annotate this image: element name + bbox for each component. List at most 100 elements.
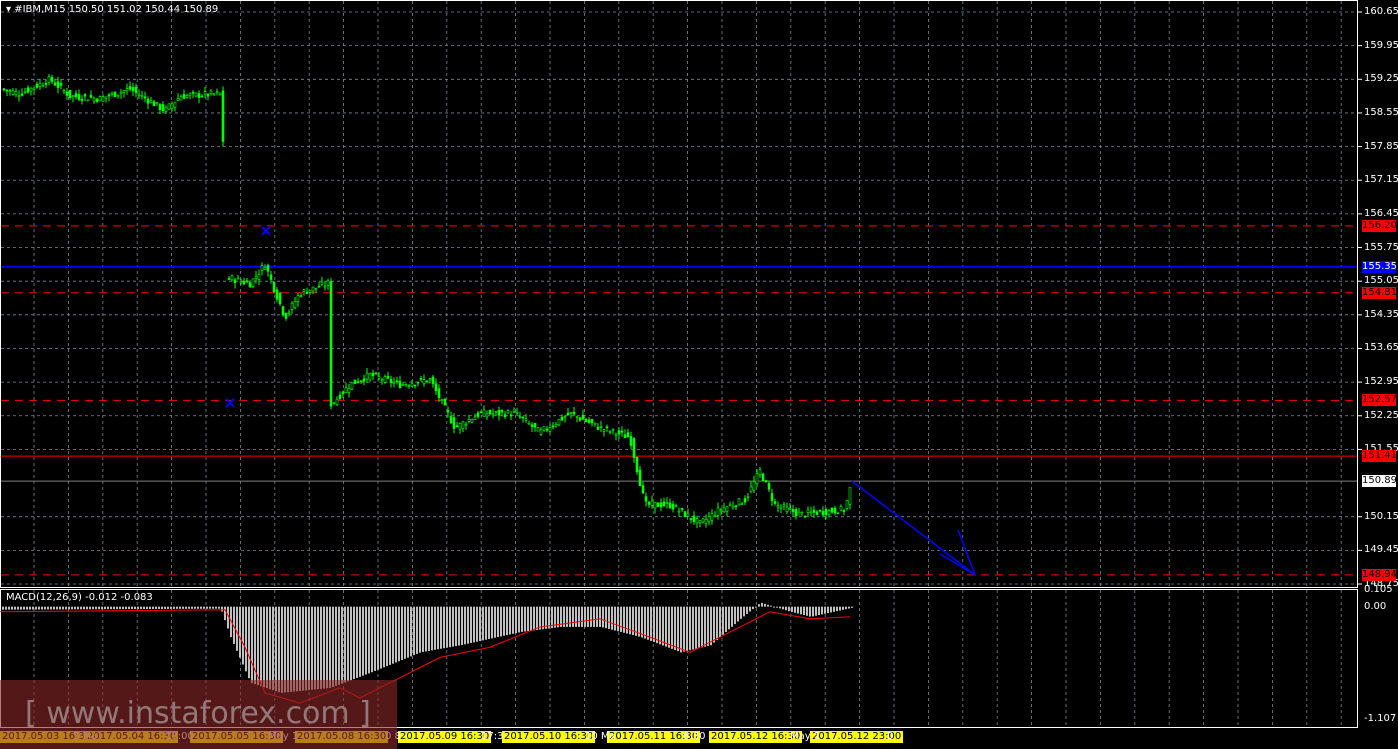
candle-body	[35, 83, 39, 88]
candle-body	[740, 503, 744, 506]
candle-body	[29, 87, 33, 92]
macd-bar	[542, 606, 544, 630]
candle-body	[152, 101, 156, 107]
macd-bar	[221, 606, 223, 612]
macd-bar	[206, 606, 208, 609]
candle-body	[833, 507, 837, 514]
candle-body	[839, 506, 843, 511]
candle-body	[710, 513, 714, 521]
candle-body	[731, 505, 735, 509]
candle-body	[545, 428, 549, 431]
macd-bar	[239, 606, 241, 658]
macd-bar	[56, 606, 58, 610]
candle-body	[119, 91, 123, 94]
candle-body	[542, 426, 546, 431]
macd-bar	[686, 606, 688, 651]
candle-body	[302, 289, 306, 292]
price-chart[interactable]	[0, 0, 1398, 749]
macd-bar	[800, 606, 802, 615]
candle-body	[308, 290, 312, 293]
candle-body	[662, 501, 666, 507]
macd-bar	[614, 606, 616, 631]
candle-body	[539, 429, 543, 435]
macd-bar	[140, 606, 142, 610]
macd-tick-label: 0.00	[1364, 600, 1387, 612]
candle-body	[575, 416, 579, 418]
macd-bar	[803, 606, 805, 616]
candle-body	[716, 507, 720, 516]
macd-bar	[620, 606, 622, 633]
macd-bar	[242, 606, 244, 665]
candle-body	[665, 502, 669, 504]
macd-bar	[110, 606, 112, 610]
macd-bar	[158, 606, 160, 609]
macd-label: MACD(12,26,9) -0.012 -0.083	[6, 592, 153, 603]
macd-bar	[473, 606, 475, 643]
candle-body	[131, 87, 135, 92]
candle-body	[347, 387, 351, 393]
candle-body	[143, 96, 147, 99]
candle-body	[479, 411, 483, 414]
candle-body	[398, 381, 402, 389]
macd-bar	[23, 606, 25, 610]
candle-body	[62, 90, 66, 93]
candle-body	[566, 412, 570, 416]
candle-body	[488, 410, 492, 415]
candle-body	[812, 509, 816, 513]
macd-bar	[119, 606, 121, 610]
candle-body	[680, 507, 684, 510]
candle-body	[686, 513, 690, 517]
candle-body	[92, 97, 96, 102]
macd-bar	[86, 606, 88, 610]
macd-bar	[593, 606, 595, 627]
price-tick-label: 155.05	[1364, 275, 1398, 287]
macd-bar	[170, 606, 172, 609]
macd-bar	[83, 606, 85, 610]
macd-bar	[461, 606, 463, 646]
candle-body	[134, 86, 138, 93]
macd-bar	[47, 606, 49, 610]
macd-bar	[665, 606, 667, 647]
macd-bar	[806, 606, 808, 616]
price-tick-label: 159.25	[1364, 73, 1398, 85]
macd-bar	[815, 606, 817, 616]
macd-bar	[698, 606, 700, 649]
candle-body	[452, 417, 456, 429]
candle-body	[725, 506, 729, 512]
macd-bar	[347, 606, 349, 682]
macd-bar	[677, 606, 679, 652]
candle-body	[431, 376, 435, 385]
macd-bar	[617, 606, 619, 632]
candle-body	[188, 93, 192, 97]
candle-body	[770, 493, 774, 501]
candle-body	[272, 281, 276, 292]
candle-body	[734, 505, 738, 508]
candle-body	[584, 419, 588, 422]
candle-body	[614, 433, 618, 436]
candle-body	[809, 511, 813, 514]
macd-bar	[125, 606, 127, 610]
candle-body	[464, 423, 468, 426]
candle-body	[434, 383, 438, 392]
macd-bar	[581, 606, 583, 627]
candle-body	[764, 480, 768, 483]
macd-bar	[344, 606, 346, 683]
macd-bar	[725, 606, 727, 633]
candle-body	[626, 432, 630, 438]
candle-body	[758, 469, 762, 476]
candle-body	[563, 416, 567, 419]
candle-body	[476, 412, 480, 417]
macd-bar	[350, 606, 352, 681]
candle-body	[137, 94, 141, 97]
macd-bar	[602, 606, 604, 628]
candle-body	[671, 503, 675, 510]
macd-bar	[779, 606, 781, 609]
candle-body	[752, 481, 756, 491]
price-tag: 154.81	[1362, 286, 1397, 299]
candle-body	[248, 282, 252, 288]
candle-body	[503, 414, 507, 418]
candle-body	[263, 267, 267, 270]
macd-bar	[740, 606, 742, 619]
macd-bar	[446, 606, 448, 648]
macd-bar	[368, 606, 370, 674]
